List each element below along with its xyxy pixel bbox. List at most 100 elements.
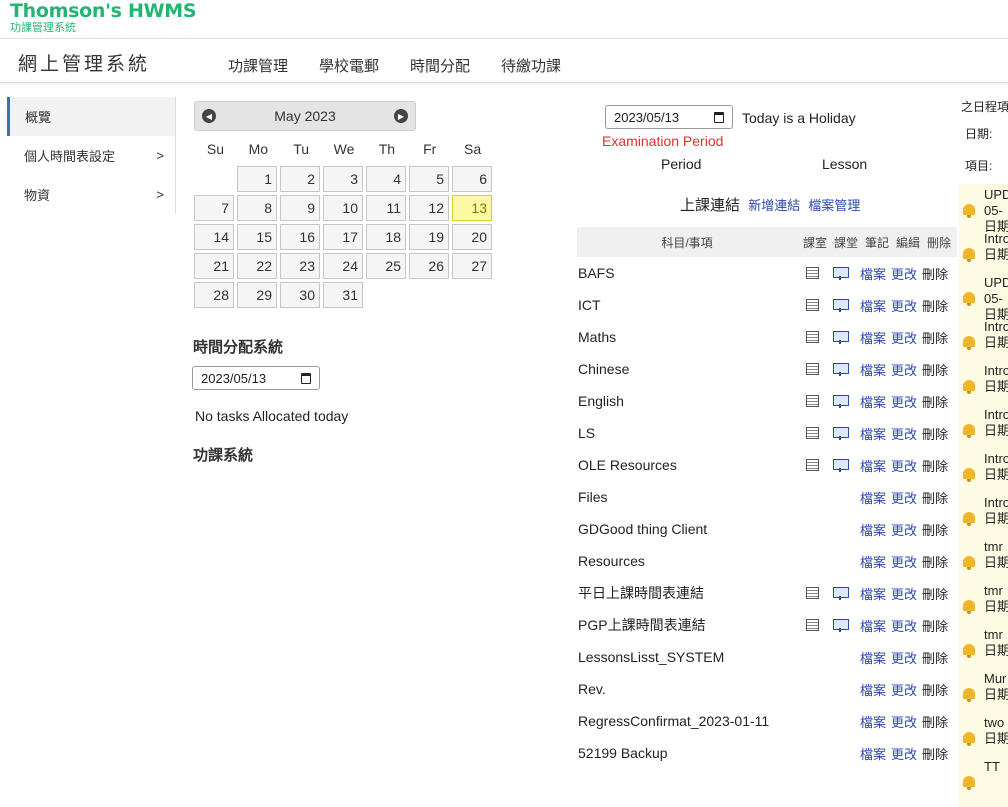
calendar-day[interactable]: 10 (323, 195, 363, 221)
schedule-item[interactable]: Intro 日期 (959, 360, 1008, 404)
delete-link[interactable]: 刪除 (922, 520, 948, 539)
file-manage-link[interactable]: 檔案管理 (808, 198, 860, 213)
lesson-board-icon[interactable] (833, 586, 849, 600)
schedule-item[interactable]: TT (959, 756, 1008, 800)
row-subject[interactable]: Maths (577, 329, 805, 345)
calendar-day[interactable]: 20 (452, 224, 492, 250)
file-link[interactable]: 檔案 (860, 648, 886, 667)
calendar-day[interactable]: 18 (366, 224, 406, 250)
lesson-board-icon[interactable] (833, 458, 849, 472)
delete-link[interactable]: 刪除 (922, 616, 948, 635)
row-subject[interactable]: OLE Resources (577, 457, 805, 473)
file-link[interactable]: 檔案 (860, 360, 886, 379)
calendar-day[interactable]: 3 (323, 166, 363, 192)
schedule-item[interactable]: Intro 日期 (959, 448, 1008, 492)
edit-link[interactable]: 更改 (891, 584, 917, 603)
edit-link[interactable]: 更改 (891, 264, 917, 283)
edit-link[interactable]: 更改 (891, 712, 917, 731)
calendar-icon[interactable] (301, 372, 311, 384)
sidebar-item-timetable-settings[interactable]: 個人時間表設定 > (7, 136, 176, 175)
schedule-item[interactable]: tmr 日期 (959, 624, 1008, 668)
calendar-day[interactable]: 7 (194, 195, 234, 221)
row-subject[interactable]: 52199 Backup (577, 745, 805, 761)
lesson-board-icon[interactable] (833, 362, 849, 376)
calendar-icon[interactable] (714, 111, 724, 123)
row-subject[interactable]: Resources (577, 553, 805, 569)
menu-time-allocation[interactable]: 時間分配 (410, 55, 470, 76)
edit-link[interactable]: 更改 (891, 456, 917, 475)
edit-link[interactable]: 更改 (891, 360, 917, 379)
row-subject[interactable]: Chinese (577, 361, 805, 377)
row-subject[interactable]: BAFS (577, 265, 805, 281)
edit-link[interactable]: 更改 (891, 328, 917, 347)
file-link[interactable]: 檔案 (860, 552, 886, 571)
delete-link[interactable]: 刪除 (922, 424, 948, 443)
row-subject[interactable]: ICT (577, 297, 805, 313)
calendar-day[interactable]: 8 (237, 195, 277, 221)
classroom-doc-icon[interactable] (806, 330, 819, 343)
calendar-day[interactable]: 28 (194, 282, 234, 308)
row-subject[interactable]: Rev. (577, 681, 805, 697)
calendar-day[interactable]: 14 (194, 224, 234, 250)
schedule-item[interactable]: Mur 日期 (959, 668, 1008, 712)
lesson-board-icon[interactable] (833, 298, 849, 312)
calendar-day[interactable]: 21 (194, 253, 234, 279)
calendar-day[interactable]: 11 (366, 195, 406, 221)
row-subject[interactable]: Files (577, 489, 805, 505)
file-link[interactable]: 檔案 (860, 584, 886, 603)
row-subject[interactable]: GDGood thing Client (577, 521, 805, 537)
prev-month-icon[interactable]: ◀ (202, 109, 216, 123)
calendar-day[interactable]: 27 (452, 253, 492, 279)
file-link[interactable]: 檔案 (860, 392, 886, 411)
calendar-day[interactable]: 17 (323, 224, 363, 250)
file-link[interactable]: 檔案 (860, 456, 886, 475)
calendar-day[interactable]: 1 (237, 166, 277, 192)
delete-link[interactable]: 刪除 (922, 392, 948, 411)
lesson-board-icon[interactable] (833, 266, 849, 280)
delete-link[interactable]: 刪除 (922, 328, 948, 347)
classroom-doc-icon[interactable] (806, 362, 819, 375)
menu-homework[interactable]: 功課管理 (228, 55, 288, 76)
edit-link[interactable]: 更改 (891, 744, 917, 763)
edit-link[interactable]: 更改 (891, 680, 917, 699)
delete-link[interactable]: 刪除 (922, 488, 948, 507)
calendar-day[interactable]: 4 (366, 166, 406, 192)
file-link[interactable]: 檔案 (860, 424, 886, 443)
edit-link[interactable]: 更改 (891, 616, 917, 635)
file-link[interactable]: 檔案 (860, 328, 886, 347)
lesson-board-icon[interactable] (833, 394, 849, 408)
row-subject[interactable]: RegressConfirmat_2023-01-11 (577, 713, 805, 729)
file-link[interactable]: 檔案 (860, 264, 886, 283)
calendar-day[interactable]: 15 (237, 224, 277, 250)
edit-link[interactable]: 更改 (891, 648, 917, 667)
file-link[interactable]: 檔案 (860, 520, 886, 539)
schedule-item[interactable]: Intro 日期 (959, 404, 1008, 448)
menu-pending-homework[interactable]: 待繳功課 (501, 55, 561, 76)
time-allocation-date-input[interactable]: 2023/05/13 (192, 366, 320, 390)
classroom-doc-icon[interactable] (806, 618, 819, 631)
delete-link[interactable]: 刪除 (922, 744, 948, 763)
classroom-doc-icon[interactable] (806, 426, 819, 439)
delete-link[interactable]: 刪除 (922, 296, 948, 315)
file-link[interactable]: 檔案 (860, 616, 886, 635)
file-link[interactable]: 檔案 (860, 680, 886, 699)
classroom-doc-icon[interactable] (806, 586, 819, 599)
row-subject[interactable]: PGP上課時間表連結 (577, 615, 805, 635)
edit-link[interactable]: 更改 (891, 520, 917, 539)
delete-link[interactable]: 刪除 (922, 584, 948, 603)
lesson-board-icon[interactable] (833, 330, 849, 344)
delete-link[interactable]: 刪除 (922, 552, 948, 571)
delete-link[interactable]: 刪除 (922, 264, 948, 283)
delete-link[interactable]: 刪除 (922, 648, 948, 667)
day-date-input[interactable]: 2023/05/13 (605, 105, 733, 129)
row-subject[interactable]: 平日上課時間表連結 (577, 583, 805, 603)
calendar-day[interactable]: 19 (409, 224, 449, 250)
delete-link[interactable]: 刪除 (922, 680, 948, 699)
file-link[interactable]: 檔案 (860, 296, 886, 315)
row-subject[interactable]: English (577, 393, 805, 409)
calendar-day[interactable]: 6 (452, 166, 492, 192)
schedule-item[interactable]: UPD 05- 日期 (959, 272, 1008, 322)
schedule-item[interactable]: two 日期 (959, 712, 1008, 756)
calendar-day[interactable]: 24 (323, 253, 363, 279)
edit-link[interactable]: 更改 (891, 424, 917, 443)
